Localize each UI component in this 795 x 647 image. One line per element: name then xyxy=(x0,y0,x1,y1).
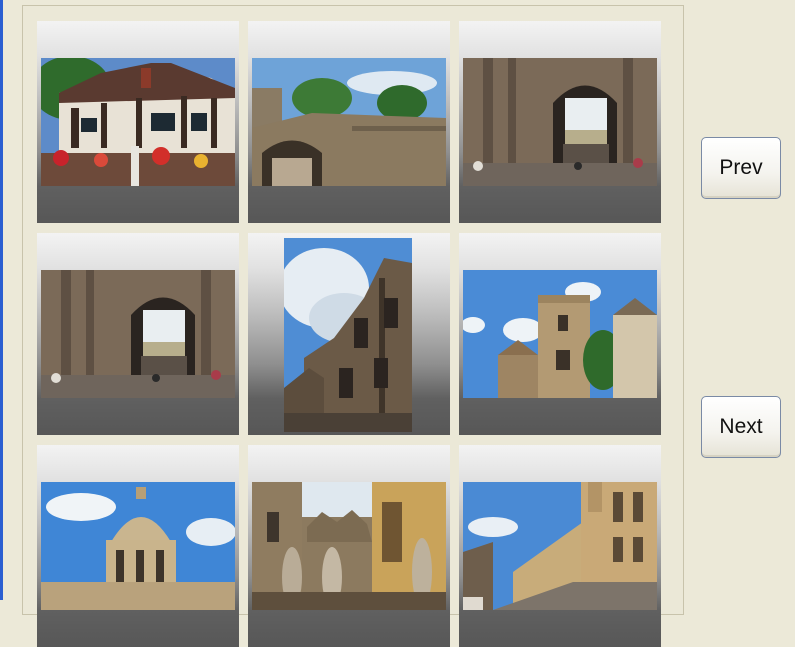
photo-statues-courtyard xyxy=(252,482,446,610)
thumbnail-church-tower[interactable] xyxy=(459,233,661,435)
thumbnail-domed-building[interactable] xyxy=(37,445,239,647)
next-button[interactable]: Next xyxy=(701,396,781,458)
thumbnail-gallery xyxy=(22,5,684,647)
photo-gothic-facade xyxy=(284,238,412,432)
thumbnail-gothic-facade[interactable] xyxy=(248,233,450,435)
thumbnail-tudor-building[interactable] xyxy=(37,21,239,223)
thumbnail-statues-courtyard[interactable] xyxy=(248,445,450,647)
thumbnail-stone-archway-wall[interactable] xyxy=(248,21,450,223)
photo-gate-archway xyxy=(463,58,657,186)
thumbnail-gate-archway[interactable] xyxy=(459,21,661,223)
photo-domed-building xyxy=(41,482,235,610)
photo-tudor-building xyxy=(41,58,235,186)
prev-button[interactable]: Prev xyxy=(701,137,781,199)
photo-street-colleges xyxy=(463,482,657,610)
thumbnail-street-colleges[interactable] xyxy=(459,445,661,647)
window-border xyxy=(0,0,3,600)
photo-stone-archway-wall xyxy=(252,58,446,186)
photo-gate-archway-2 xyxy=(41,270,235,398)
photo-church-tower xyxy=(463,270,657,398)
thumbnail-gate-archway-2[interactable] xyxy=(37,233,239,435)
